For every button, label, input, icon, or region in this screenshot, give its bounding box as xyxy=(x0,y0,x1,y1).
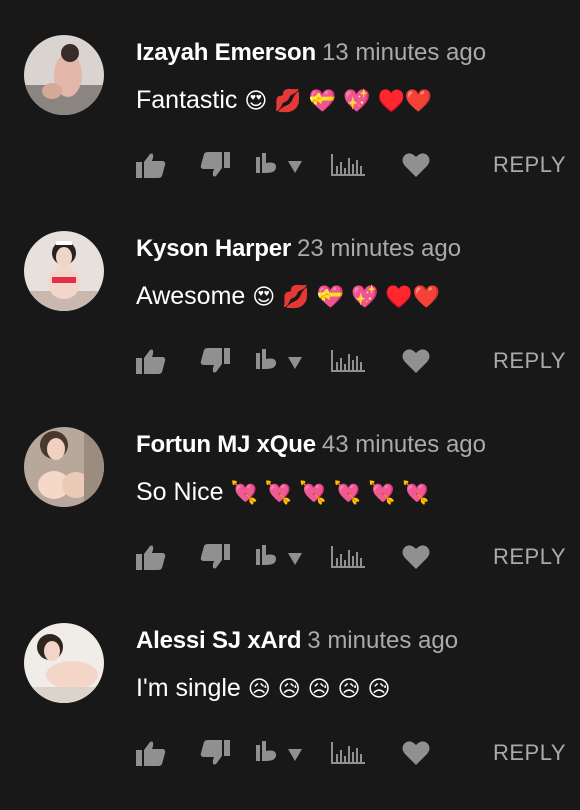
comment-actions: REPLY xyxy=(136,346,566,376)
reply-button[interactable]: REPLY xyxy=(486,150,566,180)
vote-icon[interactable] xyxy=(256,150,310,180)
comment-item: Fortun MJ xQue 43 minutes ago So Nice 💘 💘… xyxy=(0,392,580,588)
heart-icon[interactable] xyxy=(402,346,430,376)
thumbs-up-icon[interactable] xyxy=(136,150,166,180)
comment-emojis: 😍 💋 💝 💖 ♥️❤️ xyxy=(244,89,433,114)
comment-text: Fantastic 😍 💋 💝 💖 ♥️❤️ xyxy=(136,84,432,118)
avatar[interactable] xyxy=(24,35,104,115)
comment-text: Awesome 😍 💋 💝 💖 ♥️❤️ xyxy=(136,280,440,314)
avatar[interactable] xyxy=(24,231,104,311)
author-name[interactable]: Fortun MJ xQue xyxy=(136,431,316,458)
comment-header: Izayah Emerson 13 minutes ago xyxy=(136,38,486,68)
comment-emojis: 💘 💘 💘 💘 💘 💘 xyxy=(230,481,430,506)
timestamp[interactable]: 13 minutes ago xyxy=(322,39,486,66)
comment-item: Kyson Harper 23 minutes ago Awesome 😍 💋 💝… xyxy=(0,196,580,392)
avatar[interactable] xyxy=(24,623,104,703)
chart-icon[interactable] xyxy=(331,542,365,572)
comment-header: Kyson Harper 23 minutes ago xyxy=(136,234,461,264)
reply-button[interactable]: REPLY xyxy=(486,346,566,376)
heart-icon[interactable] xyxy=(402,738,430,768)
thumbs-up-icon[interactable] xyxy=(136,738,166,768)
thumbs-down-icon[interactable] xyxy=(200,542,230,572)
comment-header: Alessi SJ xArd 3 minutes ago xyxy=(136,626,458,656)
timestamp[interactable]: 43 minutes ago xyxy=(322,431,486,458)
reply-button[interactable]: REPLY xyxy=(486,542,566,572)
thumbs-down-icon[interactable] xyxy=(200,346,230,376)
chart-icon[interactable] xyxy=(331,150,365,180)
comment-body: So Nice xyxy=(136,478,224,506)
comment-text: I'm single 😥 😥 😥 😥 😥 xyxy=(136,672,390,706)
avatar[interactable] xyxy=(24,427,104,507)
comment-body: Awesome xyxy=(136,282,246,310)
comments-list: Izayah Emerson 13 minutes ago Fantastic 😍… xyxy=(0,0,580,810)
vote-icon[interactable] xyxy=(256,542,310,572)
heart-icon[interactable] xyxy=(402,150,430,180)
comment-emojis: 😍 💋 💝 💖 ♥️❤️ xyxy=(252,285,441,310)
comment-body: I'm single xyxy=(136,674,241,702)
comment-actions: REPLY xyxy=(136,150,566,180)
thumbs-up-icon[interactable] xyxy=(136,346,166,376)
author-name[interactable]: Izayah Emerson xyxy=(136,39,316,66)
comment-item: Alessi SJ xArd 3 minutes ago I'm single 😥… xyxy=(0,588,580,784)
timestamp[interactable]: 23 minutes ago xyxy=(297,235,461,262)
chart-icon[interactable] xyxy=(331,346,365,376)
comment-actions: REPLY xyxy=(136,542,566,572)
vote-icon[interactable] xyxy=(256,346,310,376)
chart-icon[interactable] xyxy=(331,738,365,768)
thumbs-down-icon[interactable] xyxy=(200,738,230,768)
heart-icon[interactable] xyxy=(402,542,430,572)
comment-item: Izayah Emerson 13 minutes ago Fantastic 😍… xyxy=(0,0,580,196)
comment-actions: REPLY xyxy=(136,738,566,768)
comment-header: Fortun MJ xQue 43 minutes ago xyxy=(136,430,486,460)
vote-icon[interactable] xyxy=(256,738,310,768)
comment-text: So Nice 💘 💘 💘 💘 💘 💘 xyxy=(136,476,430,510)
comment-body: Fantastic xyxy=(136,86,238,114)
comment-emojis: 😥 😥 😥 😥 😥 xyxy=(247,677,391,702)
thumbs-down-icon[interactable] xyxy=(200,150,230,180)
timestamp[interactable]: 3 minutes ago xyxy=(307,627,458,654)
author-name[interactable]: Alessi SJ xArd xyxy=(136,627,301,654)
author-name[interactable]: Kyson Harper xyxy=(136,235,291,262)
reply-button[interactable]: REPLY xyxy=(486,738,566,768)
thumbs-up-icon[interactable] xyxy=(136,542,166,572)
